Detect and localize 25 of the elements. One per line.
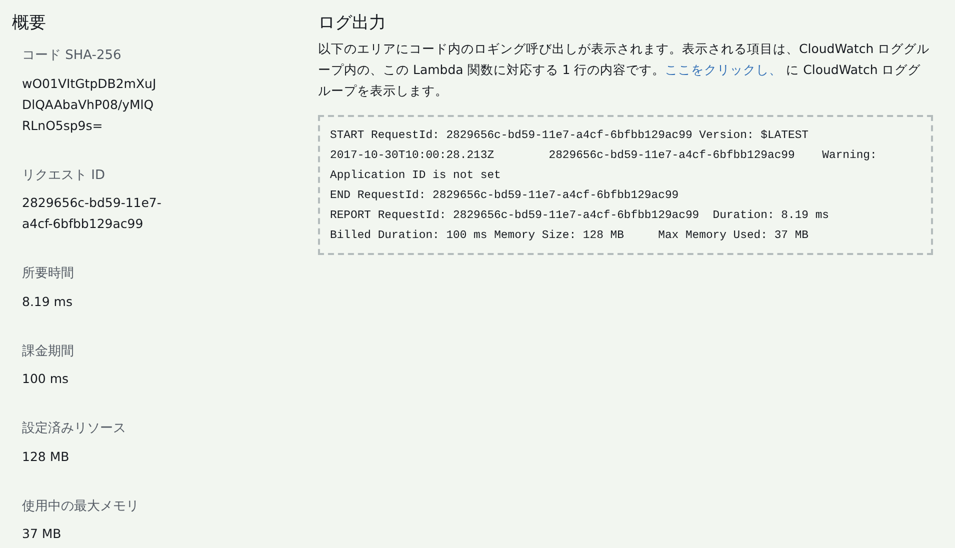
field-label: 使用中の最大メモリ <box>22 498 140 516</box>
field-value: 100 ms <box>22 370 70 388</box>
field-value: DlQAAbaVhP08/yMlQ <box>22 96 155 114</box>
log-line: END RequestId: 2829656c-bd59-11e7-a4cf-6bfbb129ac99 <box>330 188 680 204</box>
link[interactable]: ここをクリックし、 <box>665 62 782 78</box>
log-line: Application ID is not set <box>330 168 502 184</box>
field-value: 2829656c-bd59-11e7- <box>22 194 162 212</box>
field-value: wO01VItGtpDB2mXuJ <box>22 74 158 93</box>
log-line: Billed Duration: 100 ms Memory Size: 128 MB Max Memory Used: 37 MB <box>330 228 810 244</box>
field-value: 37 MB <box>22 525 62 544</box>
log-line: START RequestId: 2829656c-bd59-11e7-a4cf-6bfbb129ac99 Version: $LATEST <box>330 128 810 144</box>
field-label: 設定済みリソース <box>22 420 127 438</box>
field-value: RLnO5sp9s= <box>22 116 104 135</box>
field-value: 8.19 ms <box>22 292 74 311</box>
description-text: 以下のエリアにコード内のロギング呼び出しが表示されます。表示される項目は、CloudWatch ロググループ内の、この Lambda 関数に対応する 1 行の内容です。ここをクリックし、 に CloudWatch ロググループを表示します。 <box>318 40 931 100</box>
field-label: 所要時間 <box>22 265 75 284</box>
field-value: 128 MB <box>22 448 70 466</box>
section-title: 概要 <box>12 12 47 34</box>
field-value: a4cf-6bfbb129ac99 <box>22 215 144 234</box>
log-line: REPORT RequestId: 2829656c-bd59-11e7-a4cf-6bfbb129ac99 Duration: 8.19 ms <box>330 208 830 224</box>
field-label: 課金期間 <box>22 342 75 361</box>
field-label: コード SHA-256 <box>22 47 122 66</box>
field-label: リクエスト ID <box>22 166 106 185</box>
log-line: 2017-10-30T10:00:28.213Z 2829656c-bd59-11e7-a4cf-6bfbb129ac99 Warning: <box>330 148 878 164</box>
section-title: ログ出力 <box>318 12 387 34</box>
